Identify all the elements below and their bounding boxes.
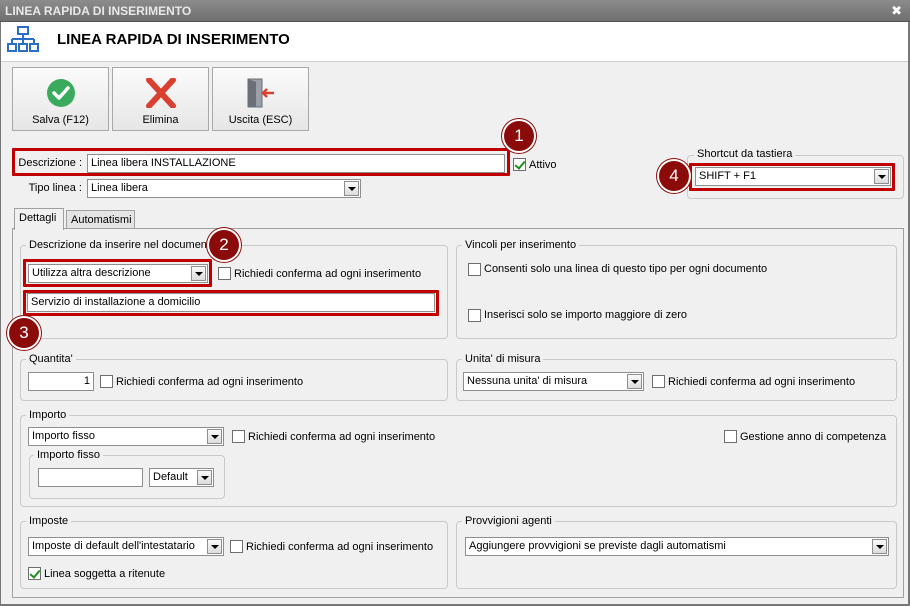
imposte-select[interactable]: Imposte di default dell'intestatario — [28, 537, 224, 556]
chevron-down-icon[interactable] — [344, 181, 359, 196]
chevron-down-icon[interactable] — [872, 539, 887, 554]
page-title: LINEA RAPIDA DI INSERIMENTO — [57, 31, 290, 48]
tipo-linea-value: Linea libera — [91, 182, 148, 194]
imposte-value: Imposte di default dell'intestatario — [32, 540, 195, 552]
callout-badge-1: 1 — [504, 121, 534, 151]
importo-legend: Importo — [26, 409, 70, 421]
vincoli-option2-checkbox[interactable] — [468, 309, 481, 322]
vincoli-group — [456, 245, 897, 339]
quantita-confirm-checkbox[interactable] — [100, 375, 113, 388]
chevron-down-icon[interactable] — [207, 429, 222, 444]
check-icon — [47, 79, 75, 107]
provvigioni-select[interactable]: Aggiungere provvigioni se previste dagli… — [465, 537, 889, 556]
header-bar: LINEA RAPIDA DI INSERIMENTO — [1, 22, 908, 62]
importo-select[interactable]: Importo fisso — [28, 427, 224, 446]
window-title-bar: LINEA RAPIDA DI INSERIMENTO — [0, 0, 910, 22]
delete-label: Elimina — [142, 114, 179, 126]
attivo-checkbox[interactable] — [513, 158, 526, 171]
callout-badge-4: 4 — [659, 161, 689, 191]
window-title: LINEA RAPIDA DI INSERIMENTO — [5, 4, 192, 18]
importo-value: Importo fisso — [32, 430, 95, 442]
descrizione-confirm-checkbox[interactable] — [218, 267, 231, 280]
delete-x-icon — [146, 78, 176, 108]
descrizione-label: Descrizione : — [18, 157, 82, 169]
ritenute-label: Linea soggetta a ritenute — [44, 568, 166, 580]
callout-badge-3: 3 — [9, 318, 39, 348]
shortcut-select[interactable]: SHIFT + F1 — [695, 167, 891, 186]
vincoli-option1-label: Consenti solo una linea di questo tipo p… — [484, 263, 768, 275]
exit-button[interactable]: Uscita (ESC) — [212, 67, 309, 131]
vincoli-legend: Vincoli per inserimento — [462, 239, 580, 251]
attivo-label: Attivo — [529, 159, 557, 171]
descrizione-mode-value: Utilizza altra descrizione — [32, 267, 151, 279]
unita-value: Nessuna unita' di misura — [467, 375, 588, 387]
vincoli-option2-label: Inserisci solo se importo maggiore di ze… — [484, 309, 687, 321]
unita-select[interactable]: Nessuna unita' di misura — [463, 372, 644, 391]
close-icon[interactable]: ✖ — [891, 3, 902, 19]
save-label: Salva (F12) — [32, 114, 89, 126]
descrizione-mode-select[interactable]: Utilizza altra descrizione — [28, 264, 208, 283]
gestione-anno-checkbox[interactable] — [724, 430, 737, 443]
chevron-down-icon[interactable] — [627, 374, 642, 389]
quantita-confirm-label: Richiedi conferma ad ogni inserimento — [116, 376, 304, 388]
shortcut-legend: Shortcut da tastiera — [694, 148, 796, 160]
importo-fisso-input[interactable] — [38, 468, 143, 487]
chevron-down-icon[interactable] — [197, 470, 212, 485]
window-border-left — [0, 22, 1, 606]
tab-dettagli[interactable]: Dettagli — [14, 208, 64, 230]
save-button[interactable]: Salva (F12) — [12, 67, 109, 131]
quantita-legend: Quantita' — [26, 353, 76, 365]
tipo-linea-label: Tipo linea : — [28, 182, 82, 194]
unita-legend: Unita' di misura — [462, 353, 544, 365]
imposte-confirm-checkbox[interactable] — [230, 540, 243, 553]
chevron-down-icon[interactable] — [207, 539, 222, 554]
unita-confirm-label: Richiedi conferma ad ogni inserimento — [668, 376, 856, 388]
descrizione-text-input[interactable]: Servizio di installazione a domicilio — [27, 293, 435, 312]
chevron-down-icon[interactable] — [874, 169, 889, 184]
imposte-confirm-label: Richiedi conferma ad ogni inserimento — [246, 541, 434, 553]
ritenute-checkbox[interactable] — [28, 567, 41, 580]
tipo-linea-select[interactable]: Linea libera — [87, 179, 361, 198]
chevron-down-icon[interactable] — [191, 266, 206, 281]
importo-confirm-label: Richiedi conferma ad ogni inserimento — [248, 431, 436, 443]
importo-fisso-select[interactable]: Default — [149, 468, 214, 487]
vincoli-option1-checkbox[interactable] — [468, 263, 481, 276]
unita-confirm-checkbox[interactable] — [652, 375, 665, 388]
shortcut-value: SHIFT + F1 — [699, 170, 756, 182]
tab-automatismi-label: Automatismi — [71, 214, 132, 226]
callout-badge-2: 2 — [209, 230, 239, 260]
tab-dettagli-label: Dettagli — [19, 212, 57, 224]
importo-confirm-checkbox[interactable] — [232, 430, 245, 443]
descrizione-confirm-label: Richiedi conferma ad ogni inserimento — [234, 268, 422, 280]
exit-door-icon — [247, 78, 274, 108]
exit-label: Uscita (ESC) — [228, 114, 293, 126]
descrizione-group-legend: Descrizione da inserire nel documento — [26, 239, 220, 251]
provvigioni-legend: Provvigioni agenti — [462, 515, 555, 527]
importo-fisso-select-value: Default — [153, 471, 188, 483]
provvigioni-value: Aggiungere provvigioni se previste dagli… — [469, 540, 726, 552]
imposte-legend: Imposte — [26, 515, 72, 527]
gestione-anno-label: Gestione anno di competenza — [740, 431, 887, 443]
descrizione-input[interactable]: Linea libera INSTALLAZIONE — [87, 154, 505, 173]
delete-button[interactable]: Elimina — [112, 67, 209, 131]
sitemap-icon — [7, 26, 39, 52]
importo-fisso-legend: Importo fisso — [34, 449, 103, 461]
tab-automatismi[interactable]: Automatismi — [66, 210, 135, 228]
quantita-input[interactable]: 1 — [28, 372, 94, 391]
